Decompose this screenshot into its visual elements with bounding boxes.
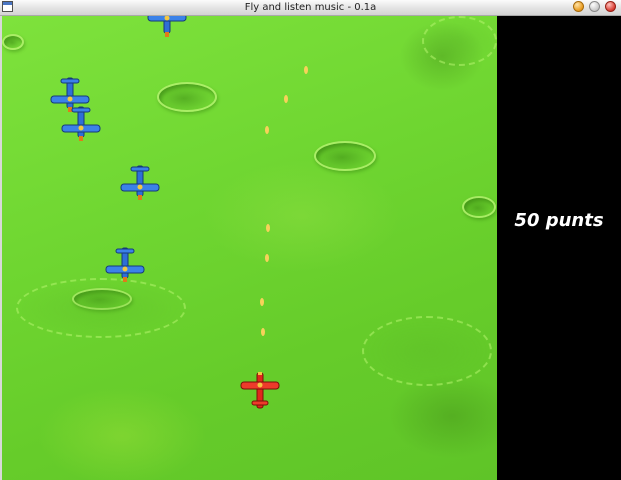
close-button[interactable]: [605, 1, 616, 12]
maximize-button[interactable]: [589, 1, 600, 12]
score-panel: 50 punts: [497, 16, 621, 480]
terrain-crater: [462, 196, 496, 218]
minimize-button[interactable]: [573, 1, 584, 12]
bullet: [265, 254, 269, 262]
game-window: Fly and listen music - 0.1a 50 punts: [0, 0, 621, 480]
bullet: [284, 95, 288, 103]
title-bar[interactable]: Fly and listen music - 0.1a: [0, 0, 621, 16]
enemy-plane: [147, 16, 187, 38]
enemy-plane: [120, 165, 160, 201]
player-plane[interactable]: [240, 372, 280, 409]
score-label: 50 punts: [514, 210, 604, 231]
bullet: [304, 66, 308, 74]
terrain-ridge: [422, 16, 497, 66]
bullet: [265, 126, 269, 134]
terrain-crater: [2, 34, 24, 50]
window-title: Fly and listen music - 0.1a: [244, 2, 377, 13]
bullet: [261, 328, 265, 336]
game-playfield[interactable]: [2, 16, 497, 480]
bullet: [260, 298, 264, 306]
terrain-crater: [314, 141, 376, 171]
terrain-crater: [157, 82, 217, 112]
bullet: [266, 224, 270, 232]
terrain-ridge: [362, 316, 492, 386]
terrain-ridge: [16, 278, 186, 338]
enemy-plane: [105, 247, 145, 283]
enemy-plane: [61, 106, 101, 142]
